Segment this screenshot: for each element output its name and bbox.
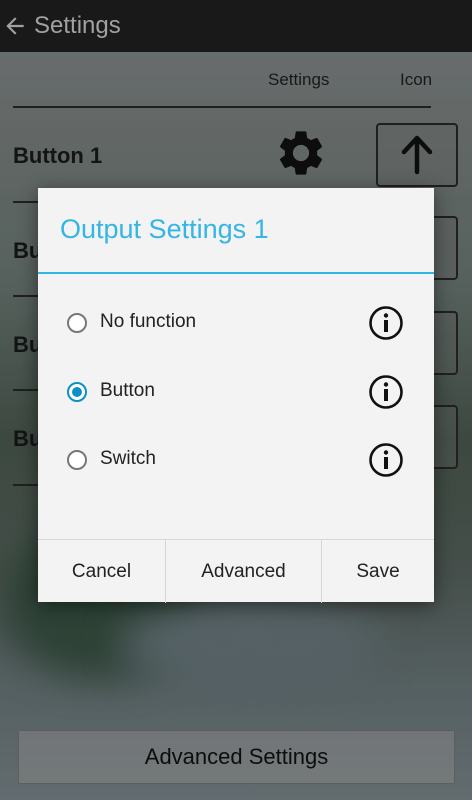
- option-button[interactable]: Button: [38, 374, 434, 414]
- radio-switch[interactable]: [67, 450, 87, 470]
- save-button[interactable]: Save: [321, 540, 434, 603]
- option-label: Switch: [100, 448, 156, 469]
- radio-no-function[interactable]: [67, 313, 87, 333]
- info-icon[interactable]: [368, 305, 404, 341]
- dialog-title: Output Settings 1: [60, 214, 269, 244]
- option-no-function[interactable]: No function: [38, 305, 434, 345]
- radio-button[interactable]: [67, 382, 87, 402]
- option-label: No function: [100, 311, 197, 332]
- dialog-title-divider: [38, 272, 434, 274]
- info-icon[interactable]: [368, 442, 404, 478]
- dialog-button-bar: Cancel Advanced Save: [38, 539, 434, 603]
- option-label: Button: [100, 380, 155, 401]
- cancel-button[interactable]: Cancel: [38, 540, 165, 603]
- output-settings-dialog: Output Settings 1 No function Button Swi…: [38, 188, 434, 603]
- advanced-button[interactable]: Advanced: [165, 540, 321, 603]
- option-switch[interactable]: Switch: [38, 442, 434, 482]
- info-icon[interactable]: [368, 374, 404, 410]
